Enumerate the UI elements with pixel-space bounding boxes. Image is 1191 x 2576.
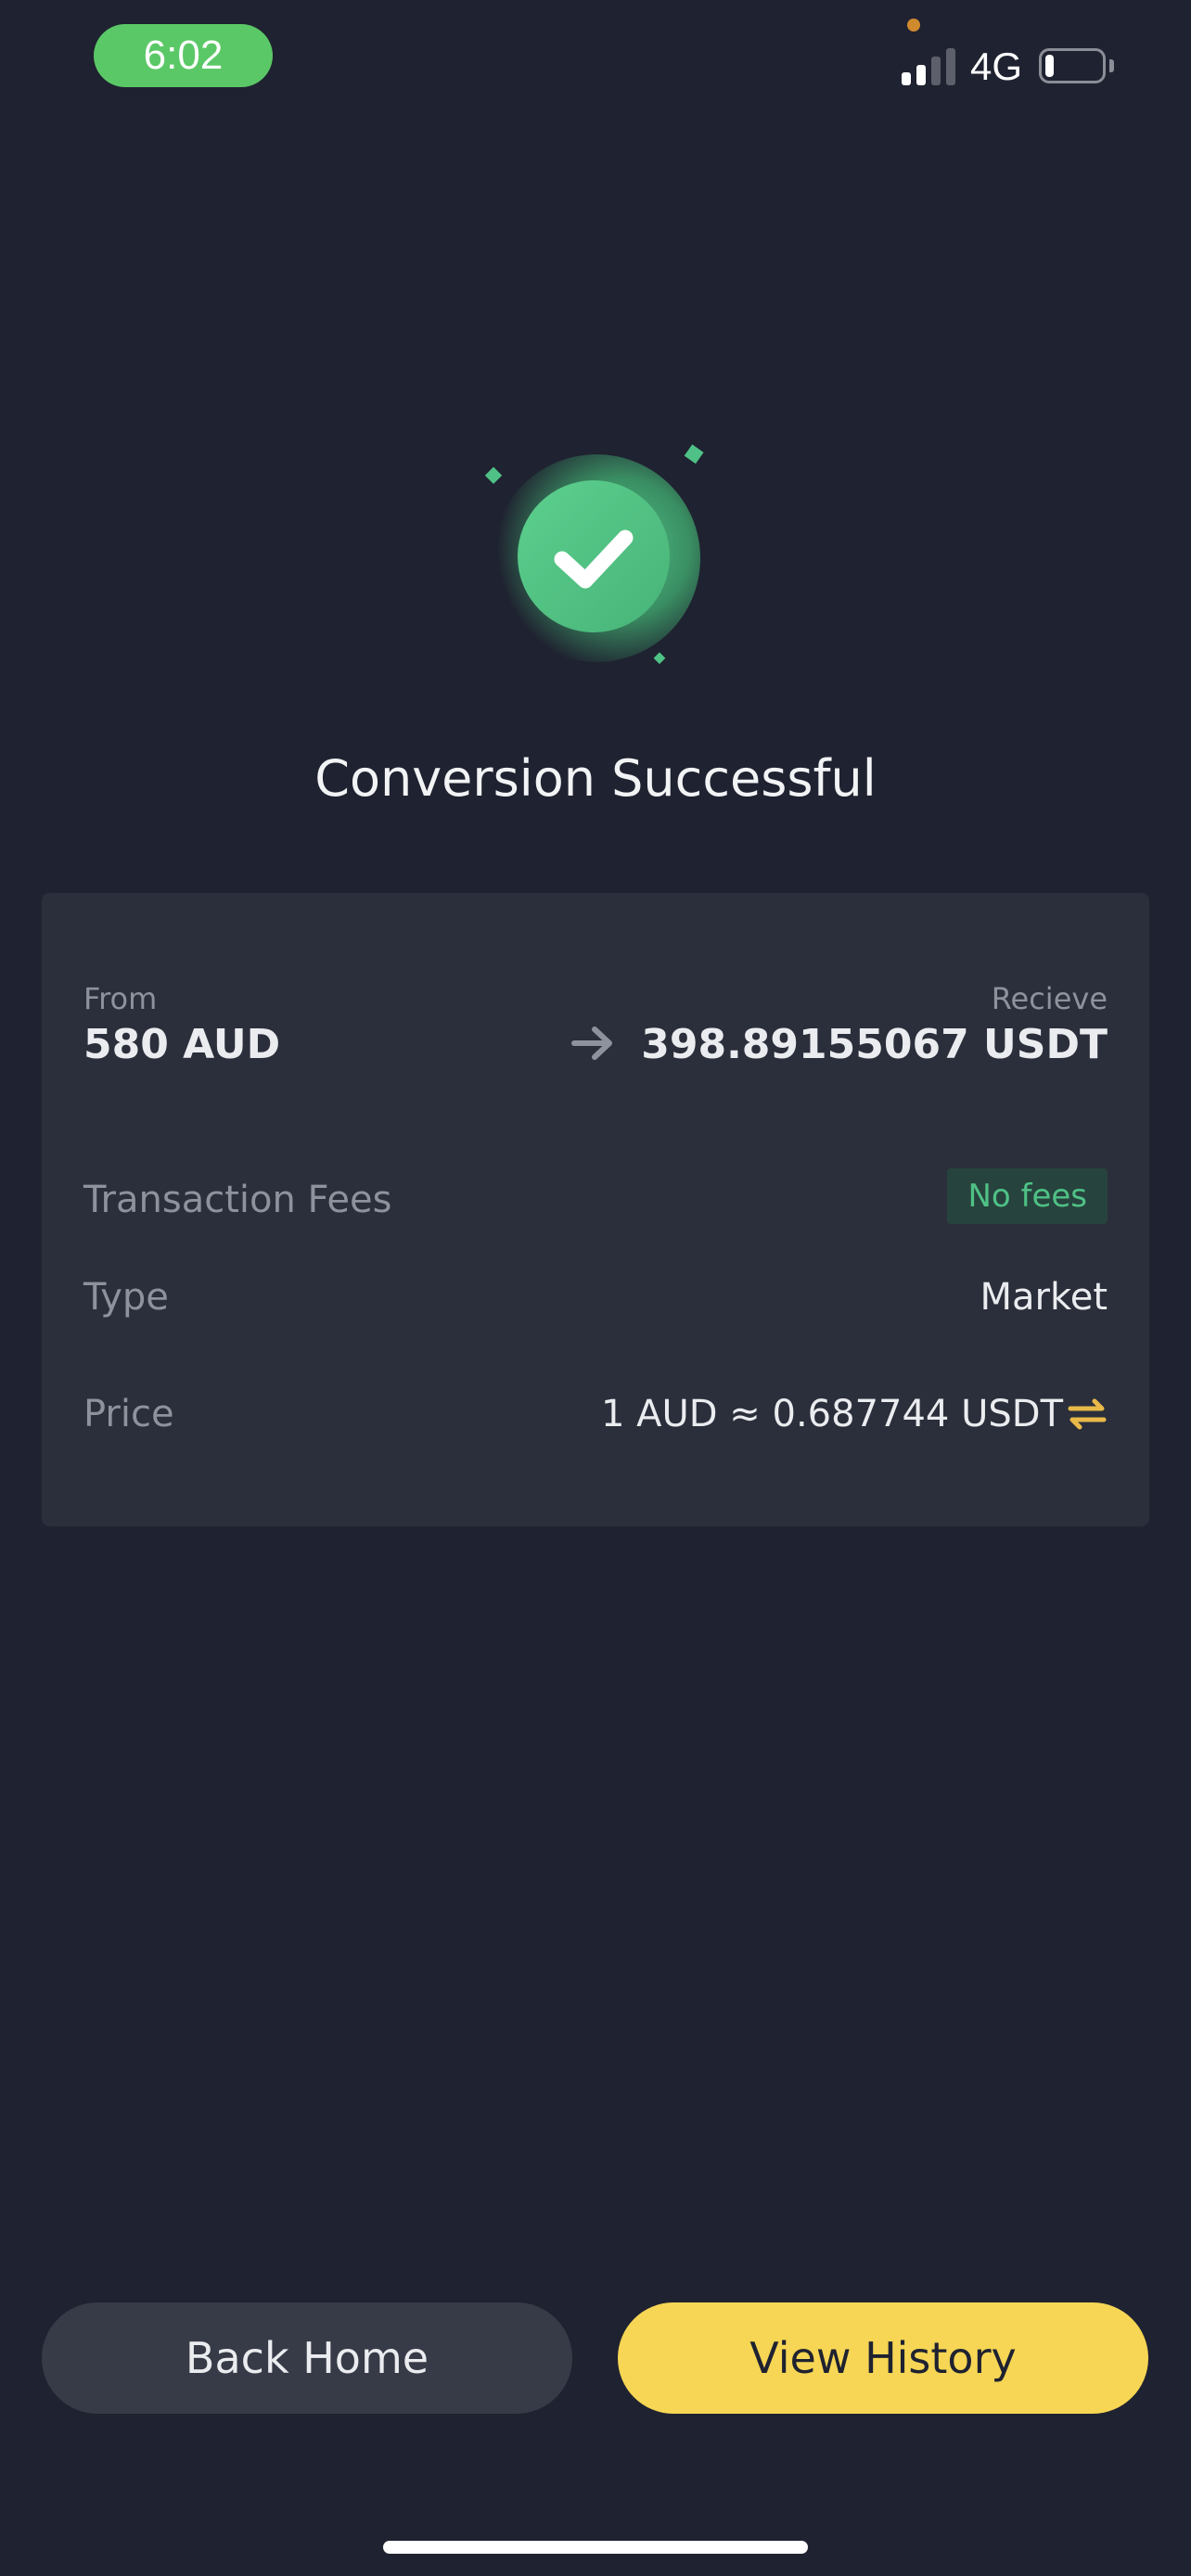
home-indicator[interactable] (383, 2541, 808, 2554)
conversion-details-card: From 580 AUD Recieve 398.89155067 USDT T… (42, 893, 1149, 1526)
price-label: Price (83, 1393, 174, 1435)
success-check-icon (480, 438, 712, 670)
arrow-right-icon (571, 1027, 612, 1060)
network-label: 4G (970, 45, 1023, 88)
price-row: 1 AUD ≈ 0.687744 USDT (601, 1390, 1108, 1438)
receive-label: Recieve (991, 981, 1108, 1016)
swap-icon[interactable] (1067, 1397, 1108, 1431)
battery-icon (1039, 48, 1106, 83)
battery-tip (1109, 59, 1114, 72)
type-label: Type (83, 1276, 169, 1319)
from-amount: 580 AUD (83, 1021, 281, 1068)
type-value: Market (980, 1276, 1108, 1319)
status-time: 6:02 (94, 24, 273, 87)
no-fees-badge: No fees (947, 1168, 1108, 1224)
conversion-title: Conversion Successful (314, 749, 877, 808)
battery-level (1045, 55, 1054, 77)
mic-indicator-dot (907, 19, 920, 32)
back-home-button[interactable]: Back Home (42, 2302, 572, 2414)
receive-amount: 398.89155067 USDT (641, 1021, 1108, 1068)
signal-icon (902, 46, 955, 85)
price-value: 1 AUD ≈ 0.687744 USDT (600, 1393, 1063, 1435)
from-label: From (83, 981, 158, 1016)
transaction-fees-label: Transaction Fees (83, 1179, 392, 1221)
view-history-button[interactable]: View History (618, 2302, 1148, 2414)
